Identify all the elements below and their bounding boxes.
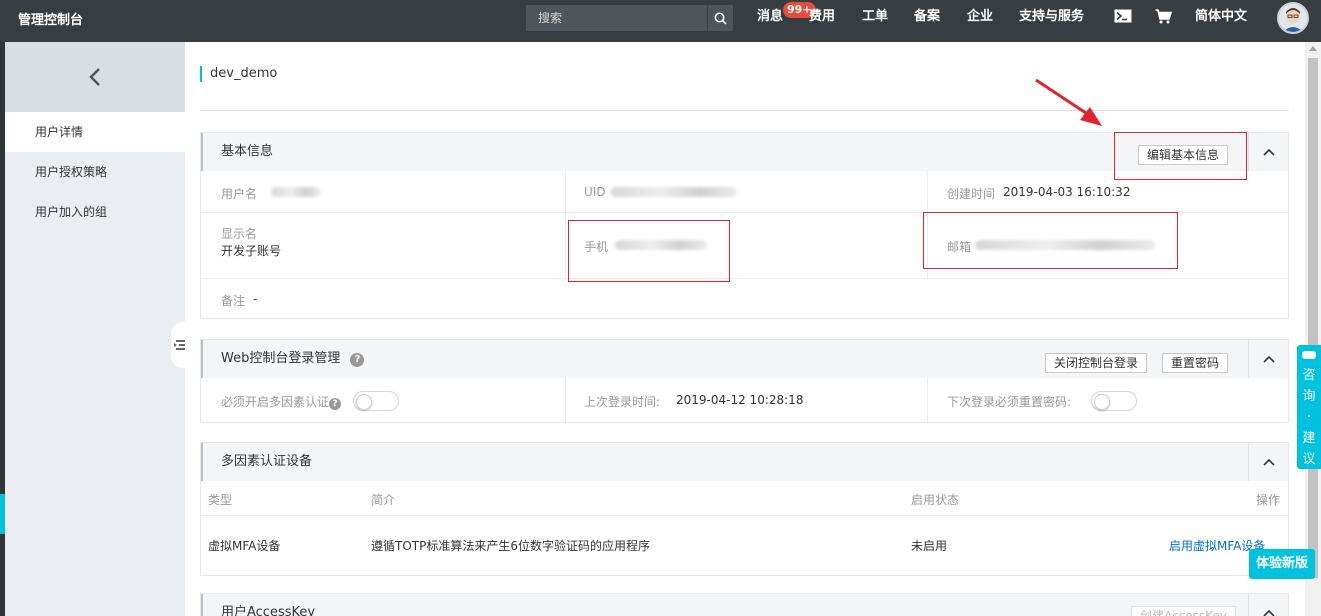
chat-icon (1302, 351, 1316, 359)
nav-messages[interactable]: 消息 (757, 0, 783, 42)
chevron-up-icon (1262, 609, 1275, 616)
uid-value-redacted (611, 187, 737, 197)
basic-info-title: 基本信息 (221, 144, 274, 159)
create-access-key-button[interactable]: 创建AccessKey (1131, 606, 1236, 616)
mfa-devices-collapse-button[interactable] (1248, 443, 1288, 481)
mfa-description-cell: 遵循TOTP标准算法来产生6位数字验证码的应用程序 (371, 539, 650, 553)
back-button[interactable] (5, 42, 185, 112)
annotation-box-phone (568, 220, 730, 282)
sidebar-item-user-details[interactable]: 用户详情 (5, 112, 185, 152)
display-name-value: 开发子账号 (221, 244, 282, 258)
mfa-status-cell: 未启用 (911, 539, 948, 553)
nav-billing[interactable]: 费用 (809, 0, 835, 42)
basic-info-collapse-button[interactable] (1248, 133, 1288, 171)
mfa-type-cell: 虚拟MFA设备 (208, 539, 281, 553)
column-divider (565, 171, 566, 278)
language-switch[interactable]: 简体中文 (1195, 0, 1247, 42)
web-login-title-text: Web控制台登录管理 (221, 351, 341, 366)
mfa-required-switch[interactable] (353, 391, 399, 411)
feedback-widget[interactable]: 咨询·建议 (1297, 345, 1321, 469)
created-time-value: 2019-04-03 16:10:32 (1003, 185, 1131, 199)
chevron-up-icon (1262, 458, 1275, 466)
username-value-redacted (271, 187, 321, 197)
table-header-divider (201, 515, 1288, 516)
page-scrollbar[interactable] (1305, 42, 1321, 616)
reset-password-button[interactable]: 重置密码 (1162, 353, 1229, 373)
remark-value: - (253, 292, 258, 306)
mfa-devices-header: 多因素认证设备 (201, 443, 1288, 481)
annotation-arrow-icon (1035, 78, 1102, 126)
search-box (526, 5, 733, 31)
try-new-version-button[interactable]: 体验新版 (1249, 549, 1315, 579)
console-brand[interactable]: 管理控制台 (18, 0, 83, 42)
access-key-panel: 用户AccessKey 创建AccessKey (200, 593, 1289, 616)
nav-support[interactable]: 支持与服务 (1019, 0, 1084, 42)
top-bar: 管理控制台 消息 99+ 费用 工单 备案 企业 支持与服务 简体中文 (0, 0, 1321, 42)
mfa-required-label: 必须开启多因素认证? (221, 393, 342, 410)
nav-icp-filing[interactable]: 备案 (914, 0, 940, 42)
help-icon[interactable]: ? (329, 398, 342, 410)
last-login-value: 2019-04-12 10:28:18 (676, 393, 804, 407)
search-icon (714, 12, 727, 25)
reset-next-login-label: 下次登录必须重置密码: (947, 395, 1072, 409)
remark-label: 备注 (221, 294, 246, 308)
annotation-box-email (923, 212, 1178, 269)
column-header-type: 类型 (208, 493, 233, 507)
sidebar-item-user-groups[interactable]: 用户加入的组 (5, 192, 185, 232)
page-title: dev_demo (200, 66, 277, 82)
last-login-label: 上次登录时间: (584, 395, 661, 409)
mfa-required-label-text: 必须开启多因素认证 (221, 395, 330, 409)
sidebar: 用户详情 用户授权策略 用户加入的组 (5, 42, 185, 616)
display-name-label: 显示名 (221, 227, 258, 241)
disable-console-login-button[interactable]: 关闭控制台登录 (1045, 353, 1148, 373)
access-key-header: 用户AccessKey (201, 594, 1288, 616)
scroll-up-icon[interactable] (1309, 46, 1317, 51)
web-login-collapse-button[interactable] (1248, 340, 1288, 378)
chevron-up-icon (1262, 148, 1275, 156)
scrollbar-thumb[interactable] (1308, 58, 1318, 578)
mfa-devices-panel: 多因素认证设备 类型 简介 启用状态 操作 虚拟MFA设备 遵循TOTP标准算法… (200, 442, 1289, 576)
web-login-title: Web控制台登录管理 ? (221, 340, 365, 378)
row-divider (201, 278, 1288, 279)
access-key-collapse-button[interactable] (1248, 594, 1288, 616)
access-key-title: 用户AccessKey (221, 605, 316, 616)
search-input[interactable] (526, 5, 706, 31)
username-label: 用户名 (221, 187, 258, 201)
annotation-box-edit (1114, 132, 1247, 180)
user-avatar[interactable] (1277, 2, 1309, 34)
chevron-left-icon (89, 68, 100, 86)
search-button[interactable] (707, 5, 733, 31)
main-content: dev_demo 基本信息 编辑基本信息 用户名 UID 创建时间 2019-0… (185, 42, 1305, 616)
help-icon[interactable]: ? (350, 353, 365, 367)
reset-next-login-switch[interactable] (1091, 391, 1137, 411)
column-divider (565, 378, 566, 422)
column-header-action: 操作 (1256, 493, 1281, 507)
column-header-description: 简介 (371, 493, 396, 507)
feedback-label: 咨询·建议 (1302, 368, 1316, 467)
column-divider (927, 378, 928, 422)
mfa-devices-title: 多因素认证设备 (221, 454, 313, 469)
nav-tickets[interactable]: 工单 (862, 0, 888, 42)
created-time-label: 创建时间 (947, 187, 996, 201)
chevron-up-icon (1262, 355, 1275, 363)
nav-enterprise[interactable]: 企业 (967, 0, 993, 42)
title-divider (200, 110, 1289, 111)
sidebar-item-user-policies[interactable]: 用户授权策略 (5, 152, 185, 192)
uid-label: UID (584, 185, 606, 199)
column-header-status: 启用状态 (911, 493, 960, 507)
web-login-panel: Web控制台登录管理 ? 关闭控制台登录 重置密码 必须开启多因素认证? 上次登… (200, 339, 1289, 423)
